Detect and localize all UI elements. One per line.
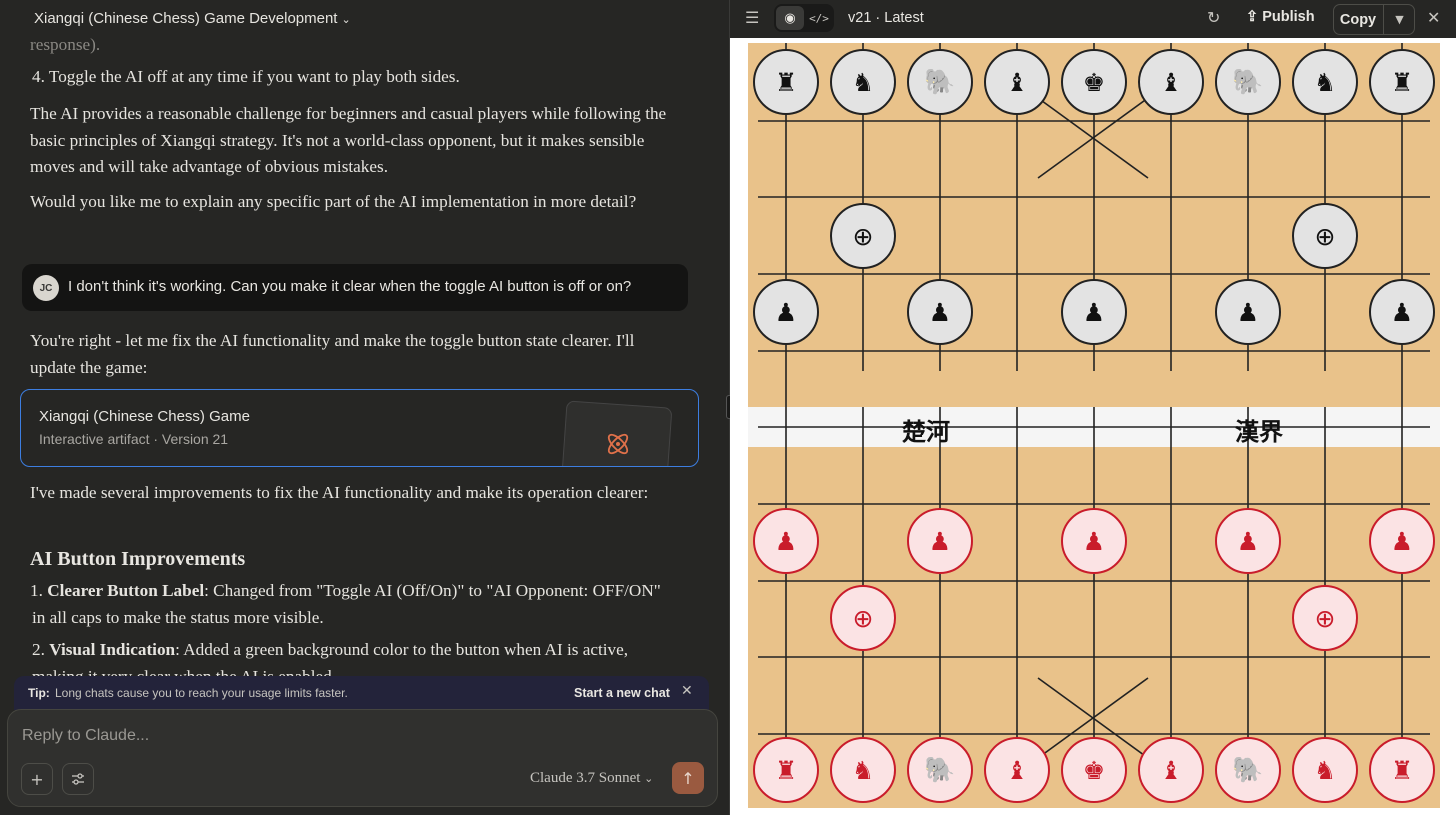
black-elephant-piece[interactable]: 🐘	[907, 49, 973, 115]
red-horse-piece[interactable]: ♞	[1292, 737, 1358, 803]
atom-icon	[607, 433, 629, 455]
red-cannon-piece[interactable]: ⊕	[1292, 585, 1358, 651]
message-area: response). 4. Toggle the AI off at any t…	[0, 0, 729, 690]
tip-banner: Tip: Long chats cause you to reach your …	[14, 676, 709, 710]
avatar: JC	[33, 275, 59, 301]
send-button[interactable]: ↑	[672, 762, 704, 794]
black-soldier-piece[interactable]: ♟	[1061, 279, 1127, 345]
start-new-chat-link[interactable]: Start a new chat	[574, 686, 670, 700]
black-chariot-piece[interactable]: ♜	[1369, 49, 1435, 115]
red-advisor-piece[interactable]: ♝	[1138, 737, 1204, 803]
black-advisor-piece[interactable]: ♝	[1138, 49, 1204, 115]
tip-text: Long chats cause you to reach your usage…	[55, 686, 348, 700]
red-soldier-piece[interactable]: ♟	[1061, 508, 1127, 574]
close-icon[interactable]: ✕	[1427, 8, 1440, 28]
artifact-subtitle: Interactive artifact · Version 21	[39, 431, 229, 447]
publish-button[interactable]: ⇪ Publish	[1246, 9, 1315, 25]
black-horse-piece[interactable]: ♞	[1292, 49, 1358, 115]
composer: Reply to Claude... + Claude 3.7 Sonnet ⌄…	[7, 709, 718, 807]
red-soldier-piece[interactable]: ♟	[907, 508, 973, 574]
list-number: 4.	[32, 67, 45, 86]
list-item-bold: Visual Indication	[49, 640, 176, 659]
river-label-right: 漢界	[1235, 418, 1283, 446]
black-soldier-piece[interactable]: ♟	[1215, 279, 1281, 345]
chevron-down-icon: ⌄	[341, 14, 351, 26]
black-horse-piece[interactable]: ♞	[830, 49, 896, 115]
red-advisor-piece[interactable]: ♝	[984, 737, 1050, 803]
artifact-panel: ☰ ◉ </> v21 · Latest ↻ ⇪ Publish Copy ▼ …	[730, 0, 1456, 815]
artifact-card[interactable]: Xiangqi (Chinese Chess) Game Interactive…	[20, 389, 699, 467]
black-elephant-piece[interactable]: 🐘	[1215, 49, 1281, 115]
red-horse-piece[interactable]: ♞	[830, 737, 896, 803]
model-selector[interactable]: Claude 3.7 Sonnet ⌄	[530, 770, 653, 787]
copy-button[interactable]: Copy	[1334, 5, 1382, 34]
share-icon: ⇪	[1246, 9, 1259, 25]
tip-label: Tip:	[28, 686, 50, 700]
section-heading: AI Button Improvements	[30, 548, 246, 570]
red-soldier-piece[interactable]: ♟	[1369, 508, 1435, 574]
user-message-text: I don't think it's working. Can you make…	[68, 278, 632, 295]
add-button[interactable]: +	[21, 763, 53, 795]
black-cannon-piece[interactable]: ⊕	[1292, 203, 1358, 269]
red-cannon-piece[interactable]: ⊕	[830, 585, 896, 651]
chevron-down-icon: ⌄	[644, 773, 654, 785]
tools-button[interactable]	[62, 763, 94, 795]
black-advisor-piece[interactable]: ♝	[984, 49, 1050, 115]
preview-eye-icon[interactable]: ◉	[776, 6, 804, 30]
red-chariot-piece[interactable]: ♜	[1369, 737, 1435, 803]
red-general-piece[interactable]: ♚	[1061, 737, 1127, 803]
publish-label: Publish	[1262, 9, 1315, 25]
reply-input[interactable]: Reply to Claude...	[22, 727, 149, 745]
list-item-text: Toggle the AI off at any time if you wan…	[48, 67, 460, 86]
list-item: 1. Clearer Button Label: Changed from "T…	[30, 578, 672, 631]
assistant-paragraph: The AI provides a reasonable challenge f…	[30, 104, 667, 176]
red-soldier-piece[interactable]: ♟	[1215, 508, 1281, 574]
plus-icon: +	[30, 769, 44, 789]
red-elephant-piece[interactable]: 🐘	[907, 737, 973, 803]
black-soldier-piece[interactable]: ♟	[907, 279, 973, 345]
version-label[interactable]: v21 · Latest	[848, 10, 924, 26]
assistant-paragraph: You're right - let me fix the AI functio…	[30, 331, 635, 377]
xiangqi-board[interactable]: 楚河 漢界 ♜ ♞ 🐘 ♝ ♚ ♝ 🐘 ♞ ♜ ⊕ ⊕ ♟ ♟ ♟ ♟ ♟ ♟ ♟ ♟ ♟ ♟ ⊕ ⊕ ♜ ♞ 🐘 ♝ ♚ ♝ 🐘 ♞ ♜	[748, 43, 1440, 808]
chat-title: Xiangqi (Chinese Chess) Game Development	[34, 10, 338, 27]
sliders-icon	[72, 773, 84, 785]
chevron-down-icon[interactable]: ▼	[1383, 5, 1415, 34]
black-soldier-piece[interactable]: ♟	[1369, 279, 1435, 345]
chat-panel: response). 4. Toggle the AI off at any t…	[0, 0, 729, 815]
list-number: 2.	[32, 640, 45, 659]
chat-header: Xiangqi (Chinese Chess) Game Development…	[0, 0, 729, 38]
code-icon[interactable]: </>	[806, 6, 832, 30]
arrow-up-icon: ↑	[681, 768, 695, 788]
artifact-toolbar: ☰ ◉ </> v21 · Latest ↻ ⇪ Publish Copy ▼ …	[730, 0, 1456, 38]
refresh-icon[interactable]: ↻	[1207, 8, 1220, 28]
red-chariot-piece[interactable]: ♜	[753, 737, 819, 803]
chat-title-button[interactable]: Xiangqi (Chinese Chess) Game Development…	[34, 10, 351, 27]
black-soldier-piece[interactable]: ♟	[753, 279, 819, 345]
river-label-left: 楚河	[902, 418, 950, 446]
black-general-piece[interactable]: ♚	[1061, 49, 1127, 115]
assistant-paragraph: I've made several improvements to fix th…	[30, 483, 649, 502]
list-number: 1.	[30, 581, 43, 600]
list-item-bold: Clearer Button Label	[47, 581, 205, 600]
red-soldier-piece[interactable]: ♟	[753, 508, 819, 574]
board-grid	[758, 43, 1430, 759]
list-item: 4. Toggle the AI off at any time if you …	[32, 64, 682, 91]
close-icon[interactable]: ✕	[681, 683, 693, 699]
assistant-paragraph: Would you like me to explain any specifi…	[30, 192, 637, 211]
list-icon[interactable]: ☰	[745, 8, 759, 28]
red-elephant-piece[interactable]: 🐘	[1215, 737, 1281, 803]
user-message: JC I don't think it's working. Can you m…	[22, 264, 688, 311]
black-chariot-piece[interactable]: ♜	[753, 49, 819, 115]
model-name: Claude 3.7 Sonnet	[530, 770, 641, 786]
black-cannon-piece[interactable]: ⊕	[830, 203, 896, 269]
artifact-title: Xiangqi (Chinese Chess) Game	[39, 408, 250, 425]
copy-button-group: Copy ▼	[1333, 4, 1415, 35]
view-toggle: ◉ </>	[774, 4, 834, 32]
